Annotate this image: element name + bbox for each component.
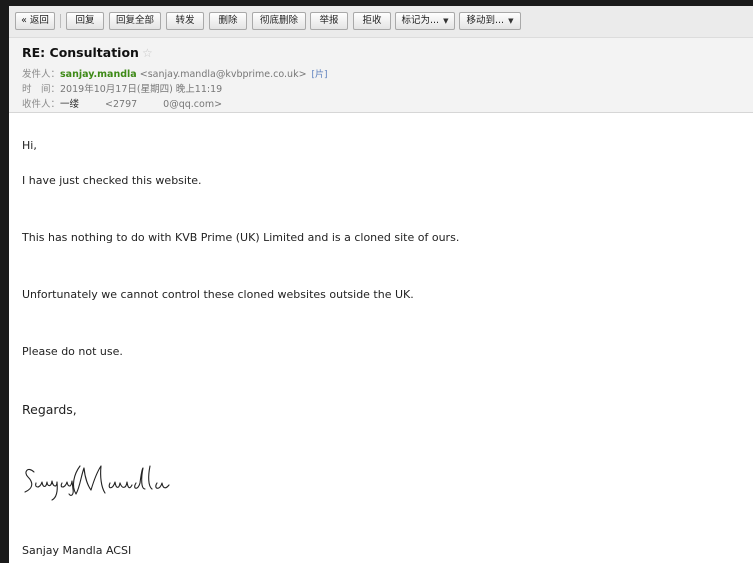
delete-button[interactable]: 删除	[209, 12, 247, 30]
forward-button[interactable]: 转发	[166, 12, 204, 30]
recipient-name: 一缕	[60, 99, 80, 110]
delete-permanently-button[interactable]: 彻底删除	[252, 12, 306, 30]
body-paragraph-2: This has nothing to do with KVB Prime (U…	[22, 231, 460, 244]
star-icon[interactable]: ☆	[142, 46, 153, 60]
chevron-down-icon: ▼	[443, 17, 449, 25]
sender-address: <sanjay.mandla@kvbprime.co.uk>	[139, 69, 307, 80]
time-row: 时 间：2019年10月17日(星期四) 晚上11:19	[22, 81, 222, 95]
sender-name[interactable]: sanjay.mandla	[60, 69, 137, 80]
sender-label: 发件人：	[22, 69, 61, 80]
back-button[interactable]: « 返回	[15, 12, 55, 30]
signature-name: Sanjay Mandla ACSI	[22, 544, 132, 557]
time-value: 2019年10月17日(星期四) 晚上11:19	[60, 84, 223, 95]
sender-row: 发件人：sanjay.mandla <sanjay.mandla@kvbprim…	[22, 66, 328, 80]
contact-card-icon[interactable]: [片]	[312, 67, 328, 80]
recipient-label: 收件人：	[22, 99, 61, 110]
redacted-area	[137, 105, 163, 107]
body-greeting: Hi,	[22, 139, 37, 152]
move-to-dropdown[interactable]: 移动到... ▼	[459, 12, 521, 30]
body-paragraph-4: Please do not use.	[22, 345, 123, 358]
mark-as-dropdown[interactable]: 标记为... ▼	[395, 12, 455, 30]
subject-text: RE: Consultation	[22, 45, 139, 60]
email-subject: RE: Consultation ☆	[22, 45, 153, 60]
body-paragraph-3: Unfortunately we cannot control these cl…	[22, 288, 414, 301]
email-header: RE: Consultation ☆ 发件人：sanjay.mandla <san…	[9, 38, 753, 113]
time-label: 时 间：	[22, 84, 61, 95]
handwritten-signature	[22, 460, 172, 505]
body-regards: Regards,	[22, 402, 77, 417]
recipient-row: 收件人：一缕 <2797 0@qq.com>	[22, 96, 222, 110]
body-paragraph-1: I have just checked this website.	[22, 174, 202, 187]
email-reader-window: « 返回 回复 回复全部 转发 删除 彻底删除 举报 拒收 标记为... ▼ 移动…	[9, 6, 753, 563]
toolbar-divider	[60, 14, 61, 28]
recipient-address-start: <2797	[105, 99, 138, 110]
mail-toolbar: « 返回 回复 回复全部 转发 删除 彻底删除 举报 拒收 标记为... ▼ 移动…	[9, 6, 753, 38]
reject-sender-button[interactable]: 拒收	[353, 12, 391, 30]
recipient-address-end: 0@qq.com>	[163, 99, 223, 110]
chevron-down-icon: ▼	[508, 17, 514, 25]
move-to-label: 移动到...	[466, 15, 505, 26]
reply-all-button[interactable]: 回复全部	[109, 12, 161, 30]
redacted-area	[79, 105, 105, 107]
report-spam-button[interactable]: 举报	[310, 12, 348, 30]
reply-button[interactable]: 回复	[66, 12, 104, 30]
mark-as-label: 标记为...	[401, 15, 440, 26]
